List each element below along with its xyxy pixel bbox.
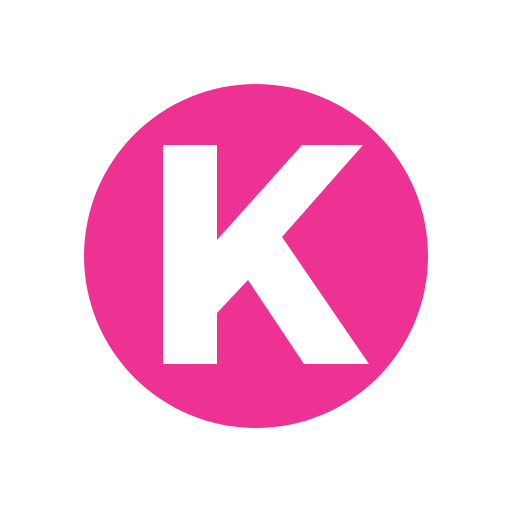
app-icon-canvas: K (0, 0, 512, 512)
k-circle-logo-icon (84, 84, 428, 428)
